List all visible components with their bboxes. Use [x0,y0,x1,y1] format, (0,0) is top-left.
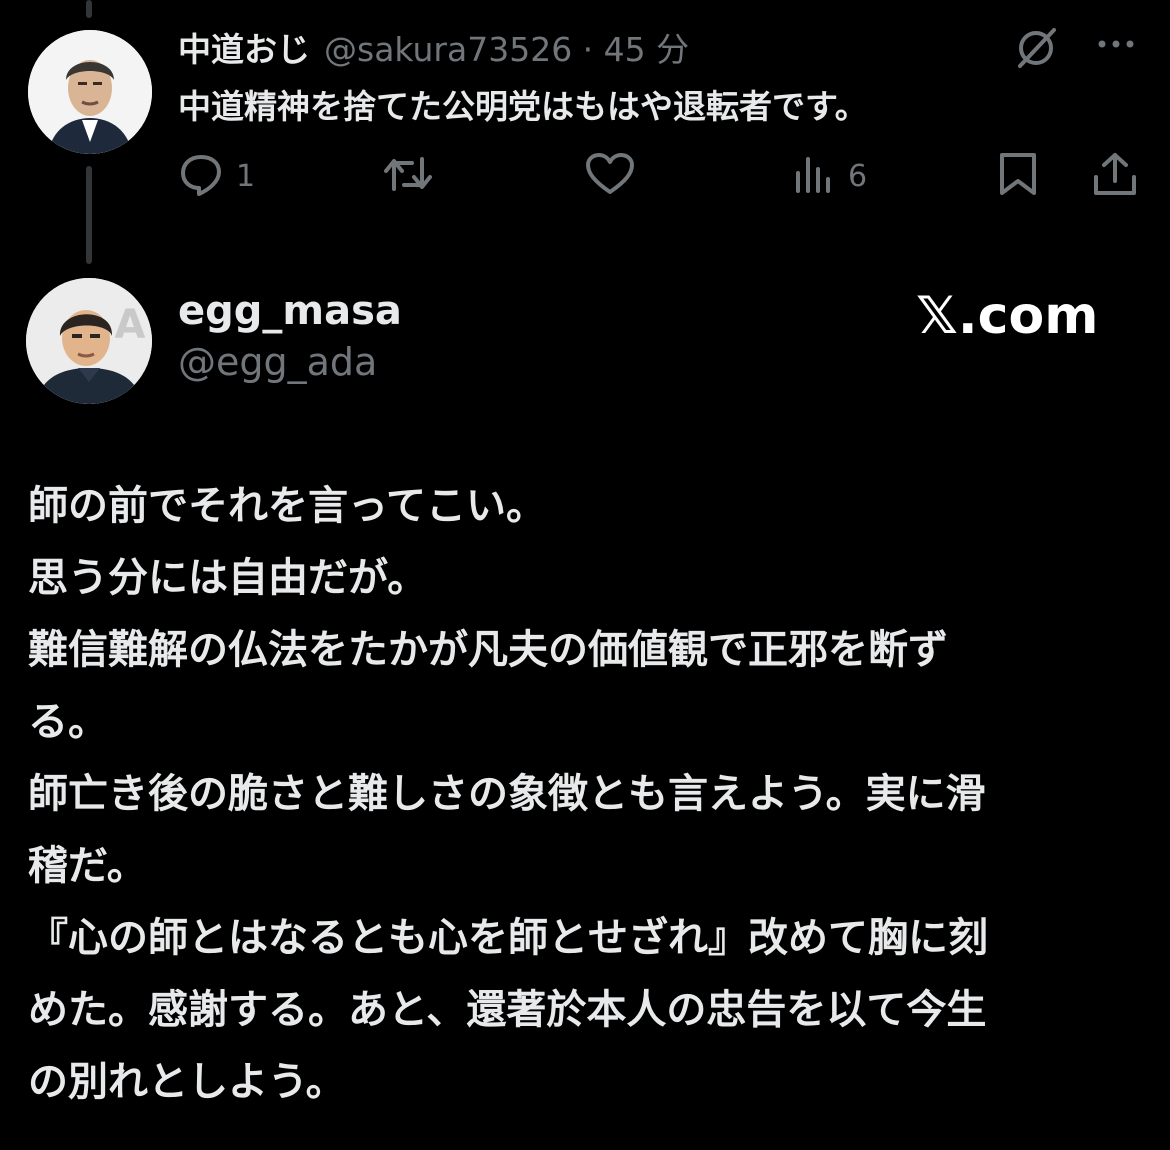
body-line: 師亡き後の脆さと難しさの象徴とも言えよう。実に滑 [28,771,986,817]
retweet-button[interactable] [382,152,434,200]
svg-text:A: A [115,302,146,348]
like-button[interactable] [584,152,636,200]
body-line: 師の前でそれを言ってこい。 [28,483,546,529]
reply-count: 1 [236,158,256,194]
reply-avatar[interactable] [28,30,152,154]
bookmark-icon [996,151,1040,201]
thread-line-top [86,0,92,18]
reply-button[interactable]: 1 [178,152,255,200]
body-line: めた。感謝する。あと、還著於本人の忠告を以て今生 [28,987,987,1033]
quoted-avatar[interactable]: A [26,278,152,404]
grok-icon[interactable] [1012,24,1060,76]
body-line: 思う分には自由だが。 [28,555,428,601]
views-count: 6 [848,158,868,194]
body-line: の別れとしよう。 [28,1059,346,1105]
body-line: る。 [28,699,108,745]
views-button[interactable]: 6 [792,152,867,200]
thread-line-middle [86,166,92,264]
bookmark-button[interactable] [996,152,1040,200]
quoted-display-name[interactable]: egg_masa [178,288,402,334]
x-com-watermark: 𝕏.com [916,286,1099,346]
reply-header: 中道おじ @sakura73526 · 45 分 [178,22,689,72]
quoted-handle[interactable]: @egg_ada [178,340,377,384]
reply-meta[interactable]: @sakura73526 · 45 分 [324,23,689,71]
reply-text: 中道精神を捨てた公明党はもはや退転者です。 [178,87,868,126]
heart-icon [584,151,636,201]
reply-icon [178,151,224,201]
retweet-icon [382,151,434,201]
share-button[interactable] [1092,152,1138,200]
more-icon[interactable] [1096,34,1136,58]
body-line: 稽だ。 [28,843,147,889]
views-icon [792,151,836,201]
share-icon [1092,151,1138,201]
body-line: 難信難解の仏法をたかが凡夫の価値観で正邪を断ず [28,627,948,673]
quoted-body-text: 師の前でそれを言ってこい。 思う分には自由だが。 難信難解の仏法をたかが凡夫の価… [28,470,1128,1118]
reply-display-name[interactable]: 中道おじ [178,23,310,71]
body-line: 『心の師とはなるとも心を師とせざれ』改めて胸に刻 [28,915,988,961]
